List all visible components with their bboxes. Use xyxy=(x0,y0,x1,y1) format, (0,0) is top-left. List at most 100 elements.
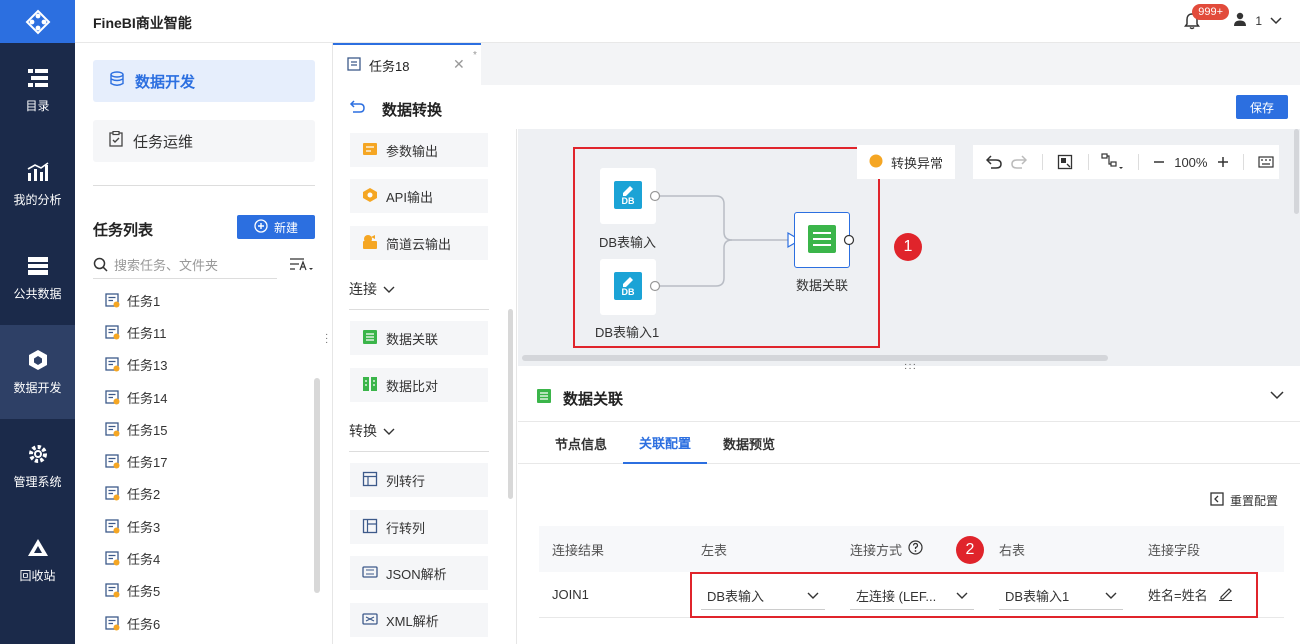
undo-icon[interactable] xyxy=(981,145,1006,179)
save-button[interactable]: 保存 xyxy=(1236,95,1288,119)
jiandaoyun-output-component[interactable]: 简道云输出 xyxy=(350,226,488,260)
xml-parse-component[interactable]: XML解析 xyxy=(350,603,488,637)
back-icon[interactable] xyxy=(349,99,365,116)
panel-drag-handle[interactable]: · · · xyxy=(325,330,328,348)
list-item[interactable]: 任务7 xyxy=(105,639,305,644)
section-divider xyxy=(349,451,489,452)
tab-close-icon[interactable]: ✕ xyxy=(453,56,465,73)
list-item[interactable]: 任务3 xyxy=(105,510,305,542)
api-output-component[interactable]: API输出 xyxy=(350,179,488,213)
conversion-error-indicator[interactable]: 转换异常 xyxy=(857,145,955,179)
component-scrollbar[interactable] xyxy=(508,309,513,499)
help-icon[interactable] xyxy=(908,540,923,558)
list-item[interactable]: 任务13 xyxy=(105,349,305,381)
nav-item-recycle-bin[interactable]: 回收站 xyxy=(0,513,75,607)
user-menu[interactable]: 1 xyxy=(1233,12,1282,29)
zoom-level: 100% xyxy=(1174,154,1208,170)
public-data-icon xyxy=(27,255,49,277)
task-file-icon xyxy=(105,583,120,598)
redo-icon[interactable] xyxy=(1006,145,1031,179)
row-to-col-component[interactable]: 行转列 xyxy=(350,510,488,544)
jiandaoyun-output-icon xyxy=(362,234,378,253)
analysis-icon xyxy=(27,161,49,183)
toolbar-separator xyxy=(1242,154,1244,170)
search-icon xyxy=(93,257,108,275)
highlight-box-1 xyxy=(573,147,880,348)
logo-icon xyxy=(25,9,50,34)
page-title: 数据转换 xyxy=(382,102,443,119)
left-nav: 目录 我的分析 公共数据 数据开发 管理系统 回收站 xyxy=(0,0,75,644)
data-compare-component[interactable]: 数据比对 xyxy=(350,368,488,402)
task-file-icon xyxy=(105,454,120,469)
col-join-type: 连接方式 xyxy=(850,540,923,559)
col-join-fields: 连接字段 xyxy=(1148,542,1201,558)
canvas-vertical-scrollbar[interactable] xyxy=(1294,129,1299,214)
data-join-component[interactable]: 数据关联 xyxy=(350,321,488,355)
join-table-header: 连接结果 左表 连接方式 右表 连接字段 xyxy=(539,526,1284,572)
new-task-button[interactable]: 新建 xyxy=(237,215,315,239)
warning-dot-icon xyxy=(869,154,883,171)
list-item[interactable]: 任务2 xyxy=(105,478,305,510)
chevron-down-icon xyxy=(1270,14,1282,28)
task-file-icon xyxy=(105,357,120,372)
task-file-icon xyxy=(105,292,120,308)
nav-item-my-analysis[interactable]: 我的分析 xyxy=(0,137,75,231)
search-input[interactable] xyxy=(114,258,264,273)
zoom-out-icon[interactable] xyxy=(1149,145,1168,179)
task-file-icon xyxy=(105,615,120,631)
component-panel: 参数输出 API输出 简道云输出 连接 数据关联 数据比对 转换 列转行 行转列… xyxy=(333,129,517,644)
col-left-table: 左表 xyxy=(701,542,728,558)
col-to-row-component[interactable]: 列转行 xyxy=(350,463,488,497)
list-item[interactable]: 任务6 xyxy=(105,607,305,639)
gear-icon xyxy=(27,443,49,465)
catalog-icon xyxy=(27,67,49,89)
user-name: 1 xyxy=(1255,13,1262,28)
tab-join-config[interactable]: 关联配置 xyxy=(623,422,708,464)
data-dev-button[interactable]: 数据开发 xyxy=(93,60,315,102)
chevron-down-icon xyxy=(383,423,395,439)
list-item[interactable]: 任务11 xyxy=(105,316,305,348)
task-search[interactable] xyxy=(93,253,277,279)
json-parse-icon xyxy=(362,564,378,583)
list-item[interactable]: 任务1 xyxy=(105,284,305,316)
list-item[interactable]: 任务14 xyxy=(105,381,305,413)
section-connect[interactable]: 连接 xyxy=(349,279,395,299)
reset-config-button[interactable]: 重置配置 xyxy=(1210,492,1278,509)
nav-item-catalog[interactable]: 目录 xyxy=(0,43,75,137)
app-logo[interactable] xyxy=(0,0,75,43)
title-row: 数据转换 保存 xyxy=(333,85,1300,129)
tab-node-info[interactable]: 节点信息 xyxy=(555,422,607,464)
side-panel: 数据开发 任务运维 任务列表 新建 任务1任务11任务13任务14任务15任务1… xyxy=(75,43,333,644)
top-header: FineBI商业智能 999+ 1 xyxy=(75,0,1300,43)
section-transform[interactable]: 转换 xyxy=(349,421,395,441)
fit-view-icon[interactable] xyxy=(1053,145,1078,179)
list-item[interactable]: 任务5 xyxy=(105,575,305,607)
nav-item-data-dev[interactable]: 数据开发 xyxy=(0,325,75,419)
tab-data-preview[interactable]: 数据预览 xyxy=(723,422,775,464)
nav-item-public-data[interactable]: 公共数据 xyxy=(0,231,75,325)
collapse-chevron-icon[interactable] xyxy=(1270,388,1284,403)
json-parse-component[interactable]: JSON解析 xyxy=(350,556,488,590)
database-icon xyxy=(109,71,125,91)
row-to-col-icon xyxy=(362,518,378,537)
task-list-title: 任务列表 xyxy=(93,222,154,239)
task-ops-button[interactable]: 任务运维 xyxy=(93,120,315,162)
nav-item-admin[interactable]: 管理系统 xyxy=(0,419,75,513)
layout-icon[interactable] xyxy=(1099,145,1128,179)
toolbar-separator xyxy=(1138,154,1139,170)
canvas-horizontal-scrollbar[interactable] xyxy=(522,355,1108,361)
list-item[interactable]: 任务4 xyxy=(105,542,305,574)
keyboard-icon[interactable] xyxy=(1254,145,1279,179)
user-icon xyxy=(1233,12,1247,29)
join-result-value: JOIN1 xyxy=(552,587,589,602)
task-list: 任务1任务11任务13任务14任务15任务17任务2任务3任务4任务5任务6任务… xyxy=(105,284,305,644)
list-item[interactable]: 任务17 xyxy=(105,445,305,477)
sort-icon[interactable] xyxy=(289,257,313,276)
flow-canvas[interactable]: DB DB表输入 DB DB表输入1 数据关联 1 转换异常 100% ··· ·… xyxy=(518,129,1300,374)
zoom-in-icon[interactable] xyxy=(1213,145,1232,179)
data-dev-icon xyxy=(27,349,49,371)
side-scrollbar[interactable] xyxy=(314,378,320,593)
param-output-component[interactable]: 参数输出 xyxy=(350,133,488,167)
data-join-icon xyxy=(362,329,378,348)
list-item[interactable]: 任务15 xyxy=(105,413,305,445)
